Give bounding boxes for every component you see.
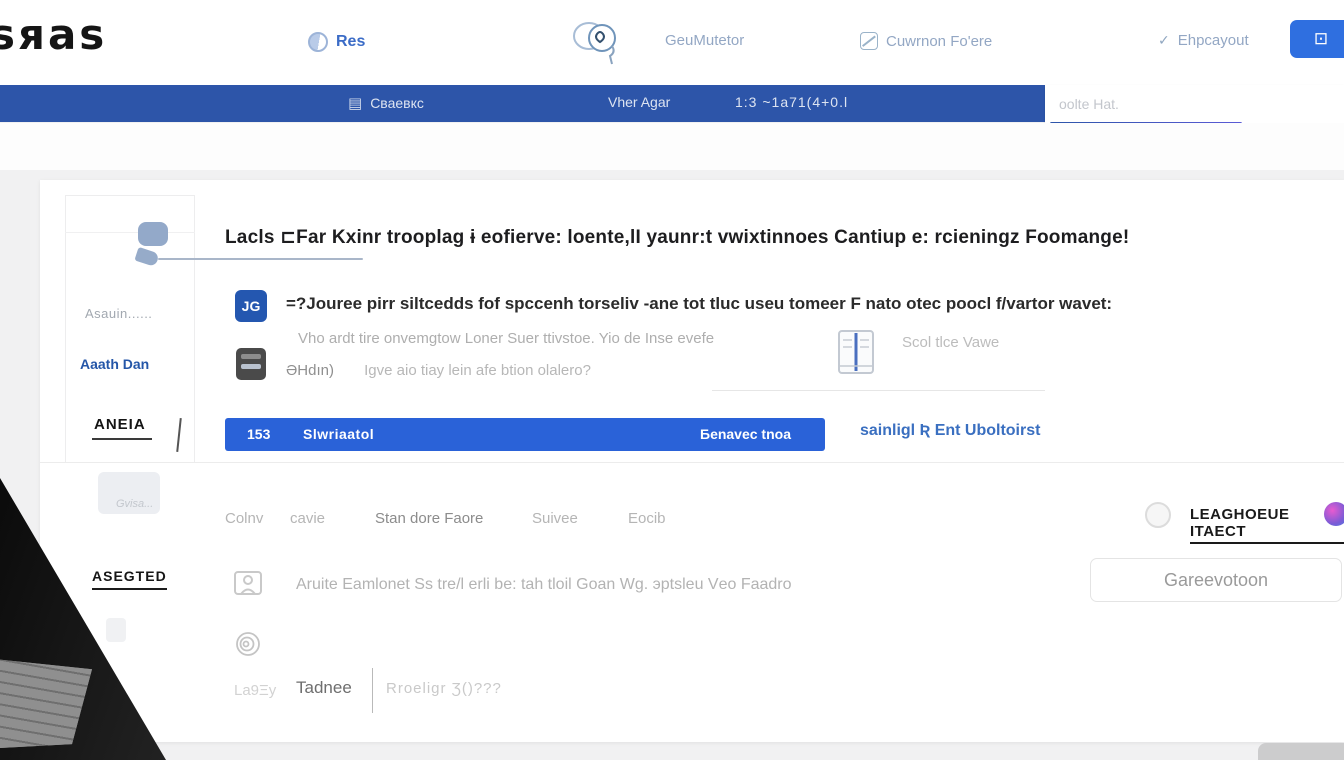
footer-right-label: Rroeligr Ʒ()??? (386, 680, 502, 697)
tab-5[interactable]: Eocib (628, 510, 666, 527)
nav-res[interactable]: Res (308, 32, 365, 52)
badge-label[interactable]: LEAGHOEUE ITAECT (1190, 506, 1344, 544)
tab-2[interactable]: cavie (290, 510, 325, 527)
footer-divider (372, 668, 373, 713)
nav-community-label: GeuMutetor (665, 32, 744, 49)
feature-subline-2-text: Igve aio tiay lein afe btion olalero? (364, 362, 591, 379)
cta-label: Slwriaatol (303, 426, 374, 442)
scribble-line (158, 258, 363, 260)
bottom-right-shape (1258, 743, 1344, 760)
tab-3-active[interactable]: Stan dore Faore (375, 510, 483, 527)
book-icon (836, 328, 876, 383)
navbar-search (1045, 85, 1344, 123)
navbar-item-3-label: 1:3 ~1a71(4+0.l (735, 94, 848, 110)
footer-left-label: La9Ξy (234, 682, 276, 699)
feature-subline-2-prefix: ƏHdın) (286, 362, 334, 379)
tab-4[interactable]: Suivee (532, 510, 578, 527)
nav-layout-label: Ehpcayout (1178, 32, 1249, 49)
folder-icon (860, 32, 878, 50)
search-input[interactable] (1045, 85, 1344, 123)
sketch-logo-icon (572, 14, 624, 73)
cta-side-link[interactable]: sainligl Ʀ Ent Uboltoirst (860, 422, 1040, 440)
navbar-item-2[interactable]: Vher Agar (608, 94, 670, 110)
nav-res-label: Res (336, 33, 365, 51)
feature-headline: =?Jouree pirr siltcedds fof spccenh tors… (286, 294, 1206, 314)
primary-app-button[interactable]: ⊡ (1290, 20, 1344, 58)
sidebar-item-3[interactable]: ANEIA (92, 416, 152, 440)
cta-count: 153 (247, 426, 270, 442)
feature-subline-2: ƏHdın) Igve aio tiay lein afe btion olal… (286, 362, 591, 379)
feature-subline-1: Vho ardt tire onvemgtow Loner Suer ttivs… (298, 330, 714, 347)
camera-icon (236, 348, 266, 380)
colorful-logo-icon (1324, 502, 1344, 526)
header-substrip (0, 123, 1344, 170)
cta-right-label: Бenavec tnoa (700, 426, 791, 442)
avatar-scribble-icon (138, 222, 168, 246)
action-button[interactable]: Gareevotoon (1090, 558, 1342, 602)
sidebar-divider (65, 232, 195, 233)
faded-thumbnail-label: Gvisa... (116, 498, 153, 510)
navbar-item-1[interactable]: ▤ Сваевкс (348, 94, 424, 112)
feature-badge-glyph: JG (242, 298, 261, 314)
footer-mid-label[interactable]: Tadnee (296, 678, 352, 698)
navbar-item-3[interactable]: 1:3 ~1a71(4+0.l (735, 94, 848, 110)
sidebar-item-1[interactable]: Asauin...... (85, 306, 152, 321)
sidebar-assorted-label[interactable]: ASEGTED (92, 568, 167, 590)
navbar-item-2-label: Vher Agar (608, 94, 670, 110)
list-item-text: Aruite Eamlonet Ss tre/l erli be: tah tl… (296, 576, 792, 594)
note-divider (712, 390, 1045, 391)
app-icon: ⊡ (1314, 29, 1328, 48)
check-icon: ✓ (1158, 32, 1170, 49)
content-card: Asauin...... Aaath Dan ANEIA Gvisa... AS… (40, 180, 1344, 742)
half-circle-icon (308, 32, 328, 52)
badge-circle-icon (1145, 502, 1171, 528)
spiral-icon (234, 630, 262, 663)
brand-logo[interactable]: sяas (0, 10, 107, 59)
nav-folder[interactable]: Cuwrnon Fo'ere (860, 32, 992, 50)
person-outline-icon (232, 568, 264, 605)
page-title: Lacls ⊏Far Kxinr trooplag ɨ eofierve: lo… (225, 226, 1305, 249)
tab-1[interactable]: Colnv (225, 510, 263, 527)
sidebar-item-2[interactable]: Aaath Dan (80, 356, 149, 372)
nav-layout[interactable]: ✓ Ehpcayout (1158, 32, 1249, 49)
section-divider (40, 462, 1344, 463)
scroll-note: Scol tlce Vawe (902, 334, 999, 351)
grid-icon: ▤ (348, 94, 362, 112)
main-navbar: ▤ Сваевкс Vher Agar 1:3 ~1a71(4+0.l (0, 85, 1344, 122)
feature-badge-icon: JG (235, 290, 267, 322)
nav-folder-label: Cuwrnon Fo'ere (886, 33, 992, 50)
top-header: sяas Res GeuMutetor Cuwrnon Fo'ere ✓ Ehp… (0, 0, 1344, 85)
navbar-item-1-label: Сваевкс (370, 95, 424, 111)
page: sяas Res GeuMutetor Cuwrnon Fo'ere ✓ Ehp… (0, 0, 1344, 760)
nav-community[interactable]: GeuMutetor (665, 32, 744, 49)
apply-cta-bar[interactable]: 153 Slwriaatol Бenavec tnoa (225, 418, 825, 451)
faint-icon (106, 618, 126, 642)
